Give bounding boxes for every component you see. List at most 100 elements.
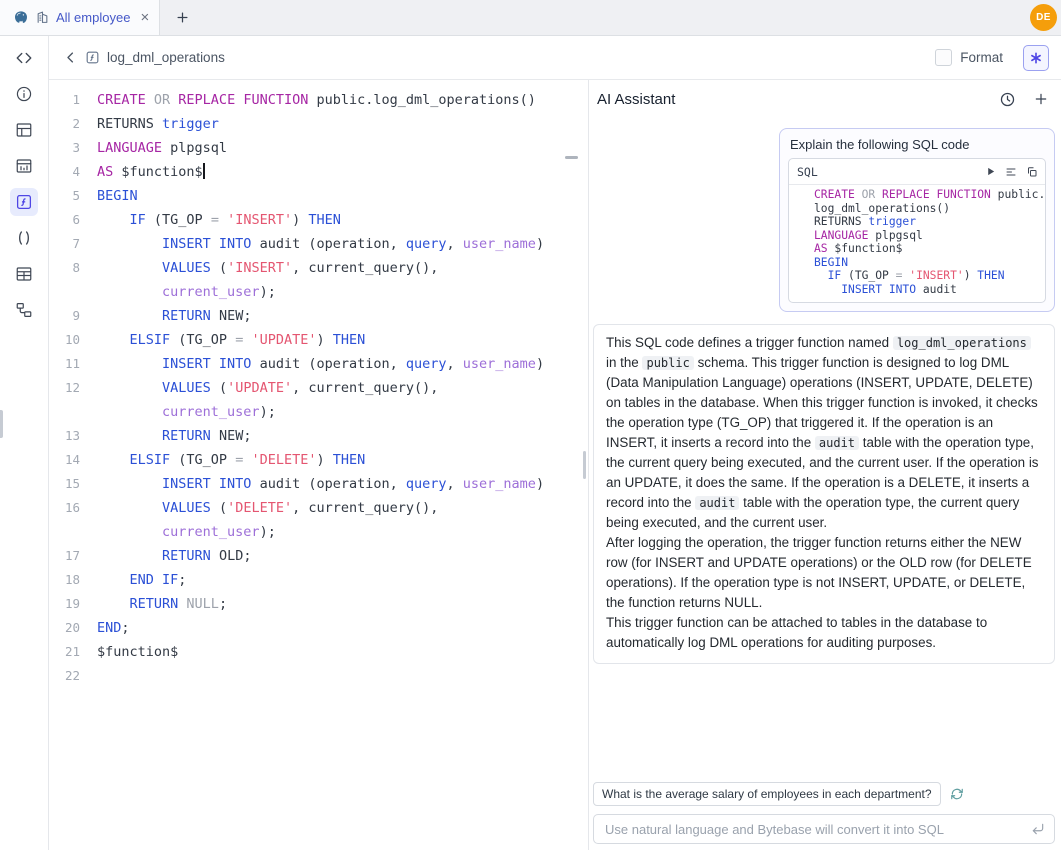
line-number: 10 bbox=[49, 328, 80, 352]
bubble-code-line: AS $function$ bbox=[797, 242, 1037, 256]
code-line: 12 VALUES ('UPDATE', current_query(), bbox=[49, 376, 588, 400]
code-line: 17 RETURN OLD; bbox=[49, 544, 588, 568]
scrollbar-thumb[interactable] bbox=[565, 156, 578, 159]
bubble-code-line: INSERT INTO audit bbox=[797, 283, 1037, 297]
code-line: current_user); bbox=[49, 280, 588, 304]
code-line: 18 END IF; bbox=[49, 568, 588, 592]
ai-panel-footer: What is the average salary of employees … bbox=[589, 782, 1061, 850]
ai-assistant-panel: AI Assistant Explain the following SQL c… bbox=[589, 80, 1061, 850]
code-line: 6 IF (TG_OP = 'INSERT') THEN bbox=[49, 208, 588, 232]
code-line: 15 INSERT INTO audit (operation, query, … bbox=[49, 472, 588, 496]
line-number: 22 bbox=[49, 664, 80, 688]
procedures-icon bbox=[15, 229, 33, 247]
refresh-suggestions-icon[interactable] bbox=[950, 787, 964, 801]
line-number: 7 bbox=[49, 232, 80, 256]
inline-code: audit bbox=[815, 436, 859, 450]
run-query-icon[interactable] bbox=[985, 166, 996, 177]
code-language-label: SQL bbox=[797, 165, 985, 179]
line-number: 6 bbox=[49, 208, 80, 232]
function-icon bbox=[85, 50, 100, 65]
sidebar-item-sql-editor[interactable] bbox=[10, 44, 38, 72]
tab-bar: All employee × DE bbox=[0, 0, 1061, 36]
ai-assistant-toggle-button[interactable] bbox=[1023, 45, 1049, 71]
sidebar-item-external-tables[interactable] bbox=[10, 260, 38, 288]
panel-resize-handle[interactable] bbox=[583, 451, 586, 479]
line-number: 4 bbox=[49, 160, 80, 184]
left-sidebar bbox=[0, 36, 49, 850]
line-number: 3 bbox=[49, 136, 80, 160]
code-line: 5BEGIN bbox=[49, 184, 588, 208]
sidebar-item-schema-diagram[interactable] bbox=[10, 296, 38, 324]
external-tables-icon bbox=[15, 265, 33, 283]
message-sql-code: CREATE OR REPLACE FUNCTION public.log_dm… bbox=[789, 185, 1045, 302]
bubble-code-line: RETURNS trigger bbox=[797, 215, 1037, 229]
inline-code: log_dml_operations bbox=[893, 336, 1031, 350]
sidebar-item-functions[interactable] bbox=[10, 188, 38, 216]
code-line: 8 VALUES ('INSERT', current_query(), bbox=[49, 256, 588, 280]
code-line: 22 bbox=[49, 664, 588, 688]
sidebar-item-info[interactable] bbox=[10, 80, 38, 108]
inline-code: public bbox=[642, 356, 693, 370]
copy-icon[interactable] bbox=[1026, 166, 1038, 178]
page-title: log_dml_operations bbox=[107, 50, 225, 65]
line-number: 15 bbox=[49, 472, 80, 496]
code-line: 2RETURNS trigger bbox=[49, 112, 588, 136]
user-avatar[interactable]: DE bbox=[1030, 4, 1057, 31]
text-cursor bbox=[203, 163, 205, 179]
line-number: 13 bbox=[49, 424, 80, 448]
bubble-code-line: LANGUAGE plpgsql bbox=[797, 229, 1037, 243]
format-label: Format bbox=[960, 50, 1003, 65]
functions-icon bbox=[15, 193, 33, 211]
code-line: 10 ELSIF (TG_OP = 'UPDATE') THEN bbox=[49, 328, 588, 352]
panel-collapse-handle[interactable] bbox=[0, 410, 3, 438]
line-number: 1 bbox=[49, 88, 80, 112]
new-chat-plus-icon[interactable] bbox=[1033, 91, 1049, 107]
format-checkbox[interactable] bbox=[935, 49, 952, 66]
bubble-code-line: CREATE OR REPLACE FUNCTION public. bbox=[797, 188, 1037, 202]
code-line: 3LANGUAGE plpgsql bbox=[49, 136, 588, 160]
chat-area: Explain the following SQL code SQL bbox=[589, 118, 1061, 782]
bubble-code-line: IF (TG_OP = 'INSERT') THEN bbox=[797, 269, 1037, 283]
line-number: 8 bbox=[49, 256, 80, 280]
inline-code: audit bbox=[695, 496, 739, 510]
suggested-question-chip[interactable]: What is the average salary of employees … bbox=[593, 782, 941, 806]
line-number: 14 bbox=[49, 448, 80, 472]
code-line: 16 VALUES ('DELETE', current_query(), bbox=[49, 496, 588, 520]
new-tab-button[interactable] bbox=[175, 10, 190, 25]
code-line: 14 ELSIF (TG_OP = 'DELETE') THEN bbox=[49, 448, 588, 472]
line-number: 18 bbox=[49, 568, 80, 592]
code-line: 20END; bbox=[49, 616, 588, 640]
code-line: 1CREATE OR REPLACE FUNCTION public.log_d… bbox=[49, 88, 588, 112]
ai-panel-header: AI Assistant bbox=[589, 80, 1061, 118]
info-icon bbox=[15, 85, 33, 103]
code-line: current_user); bbox=[49, 520, 588, 544]
explanation-paragraph: This trigger function can be attached to… bbox=[606, 613, 1042, 653]
line-number: 12 bbox=[49, 376, 80, 400]
openai-icon bbox=[1029, 51, 1043, 65]
format-sql-icon[interactable] bbox=[1005, 166, 1017, 178]
natural-language-input-container bbox=[593, 814, 1055, 844]
line-number: 21 bbox=[49, 640, 80, 664]
enter-submit-icon[interactable] bbox=[1031, 822, 1045, 836]
tab-close-icon[interactable]: × bbox=[140, 10, 149, 25]
explanation-paragraph: After logging the operation, the trigger… bbox=[606, 533, 1042, 613]
code-line: 11 INSERT INTO audit (operation, query, … bbox=[49, 352, 588, 376]
line-number: 16 bbox=[49, 496, 80, 520]
back-chevron-icon[interactable] bbox=[63, 50, 78, 65]
sidebar-item-tables[interactable] bbox=[10, 116, 38, 144]
user-message-bubble: Explain the following SQL code SQL bbox=[779, 128, 1055, 312]
bubble-code-line: BEGIN bbox=[797, 256, 1037, 270]
line-number: 2 bbox=[49, 112, 80, 136]
sql-editor[interactable]: 1CREATE OR REPLACE FUNCTION public.log_d… bbox=[49, 80, 588, 850]
explanation-paragraph: This SQL code defines a trigger function… bbox=[606, 333, 1042, 533]
natural-language-input[interactable] bbox=[603, 821, 1031, 838]
sidebar-item-table-data[interactable] bbox=[10, 152, 38, 180]
sidebar-item-procedures[interactable] bbox=[10, 224, 38, 252]
user-message-text: Explain the following SQL code bbox=[780, 129, 1054, 158]
editor-toolbar: log_dml_operations Format bbox=[49, 36, 1061, 80]
code-line: 13 RETURN NEW; bbox=[49, 424, 588, 448]
history-clock-icon[interactable] bbox=[999, 91, 1016, 108]
line-number: 5 bbox=[49, 184, 80, 208]
tab-all-employee[interactable]: All employee × bbox=[0, 0, 160, 35]
line-number bbox=[49, 400, 80, 424]
